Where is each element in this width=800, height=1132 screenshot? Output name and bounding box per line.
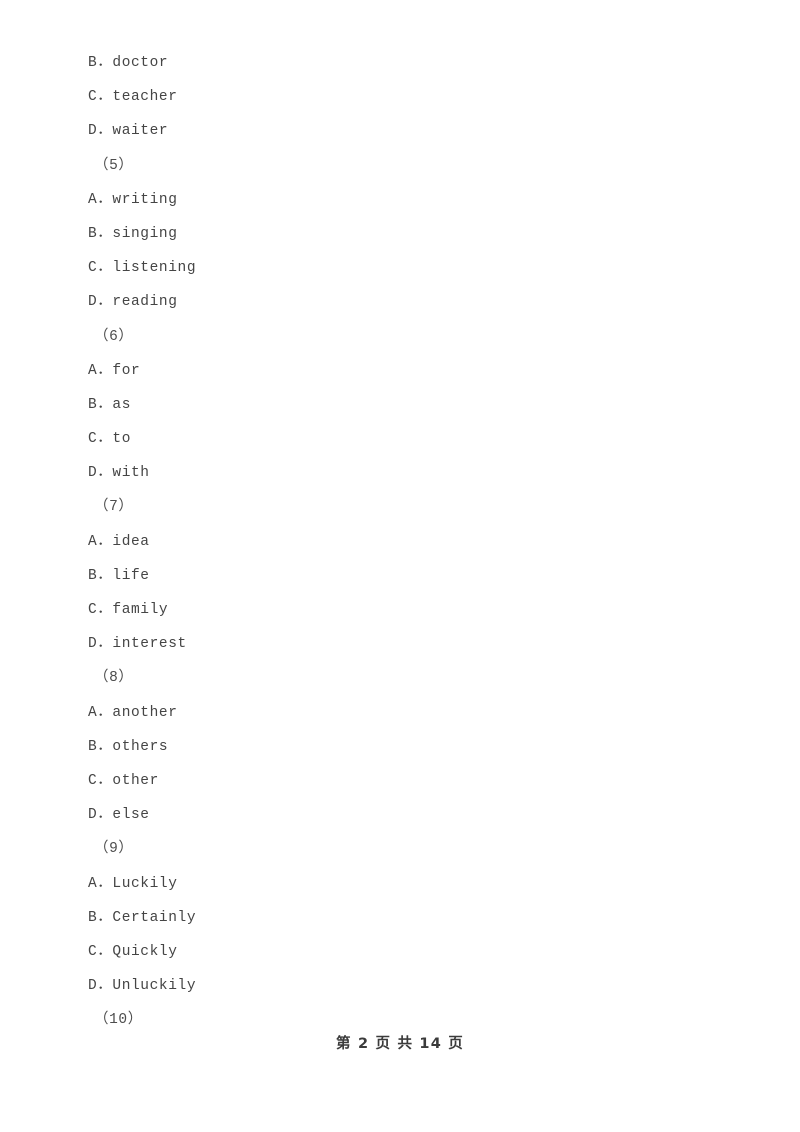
answer-option: A．another bbox=[88, 704, 178, 721]
answer-option: C．teacher bbox=[88, 89, 178, 106]
answer-option: D．with bbox=[88, 465, 150, 482]
answer-option: B．life bbox=[88, 567, 150, 584]
question-number: （8） bbox=[94, 670, 134, 687]
question-number: （7） bbox=[94, 499, 134, 516]
page-indicator: 第 2 页 共 14 页 bbox=[336, 1036, 464, 1052]
answer-option: D．interest bbox=[88, 636, 187, 653]
answer-option: D．waiter bbox=[88, 123, 169, 140]
answer-option: A．writing bbox=[88, 191, 178, 208]
answer-option: B．doctor bbox=[88, 55, 169, 71]
answer-option: A．Luckily bbox=[88, 875, 178, 892]
question-number: （6） bbox=[94, 328, 134, 345]
answer-option: C．Quickly bbox=[88, 943, 178, 960]
question-number: （9） bbox=[94, 841, 134, 858]
answer-option: A．for bbox=[88, 362, 141, 379]
answer-option: C．to bbox=[88, 431, 132, 448]
document-page: B．doctor C．teacher D．waiter （5） A．writing B．s… bbox=[0, 0, 800, 1132]
answer-option: C．family bbox=[88, 602, 169, 618]
answer-option: D．reading bbox=[88, 294, 178, 311]
answer-option: D．else bbox=[88, 807, 150, 824]
answer-option: B．others bbox=[88, 738, 169, 755]
answer-option: B．as bbox=[88, 396, 132, 413]
answer-option: D．Unluckily bbox=[88, 978, 197, 995]
answer-option: A．idea bbox=[88, 533, 150, 550]
question-options-list: B．doctor C．teacher D．waiter （5） A．writing B．s… bbox=[88, 46, 688, 1037]
answer-option: B．singing bbox=[88, 225, 178, 242]
answer-option: C．listening bbox=[88, 260, 197, 277]
answer-option: B．Certainly bbox=[88, 909, 197, 926]
answer-option: C．other bbox=[88, 772, 159, 789]
question-number: （5） bbox=[94, 157, 134, 174]
